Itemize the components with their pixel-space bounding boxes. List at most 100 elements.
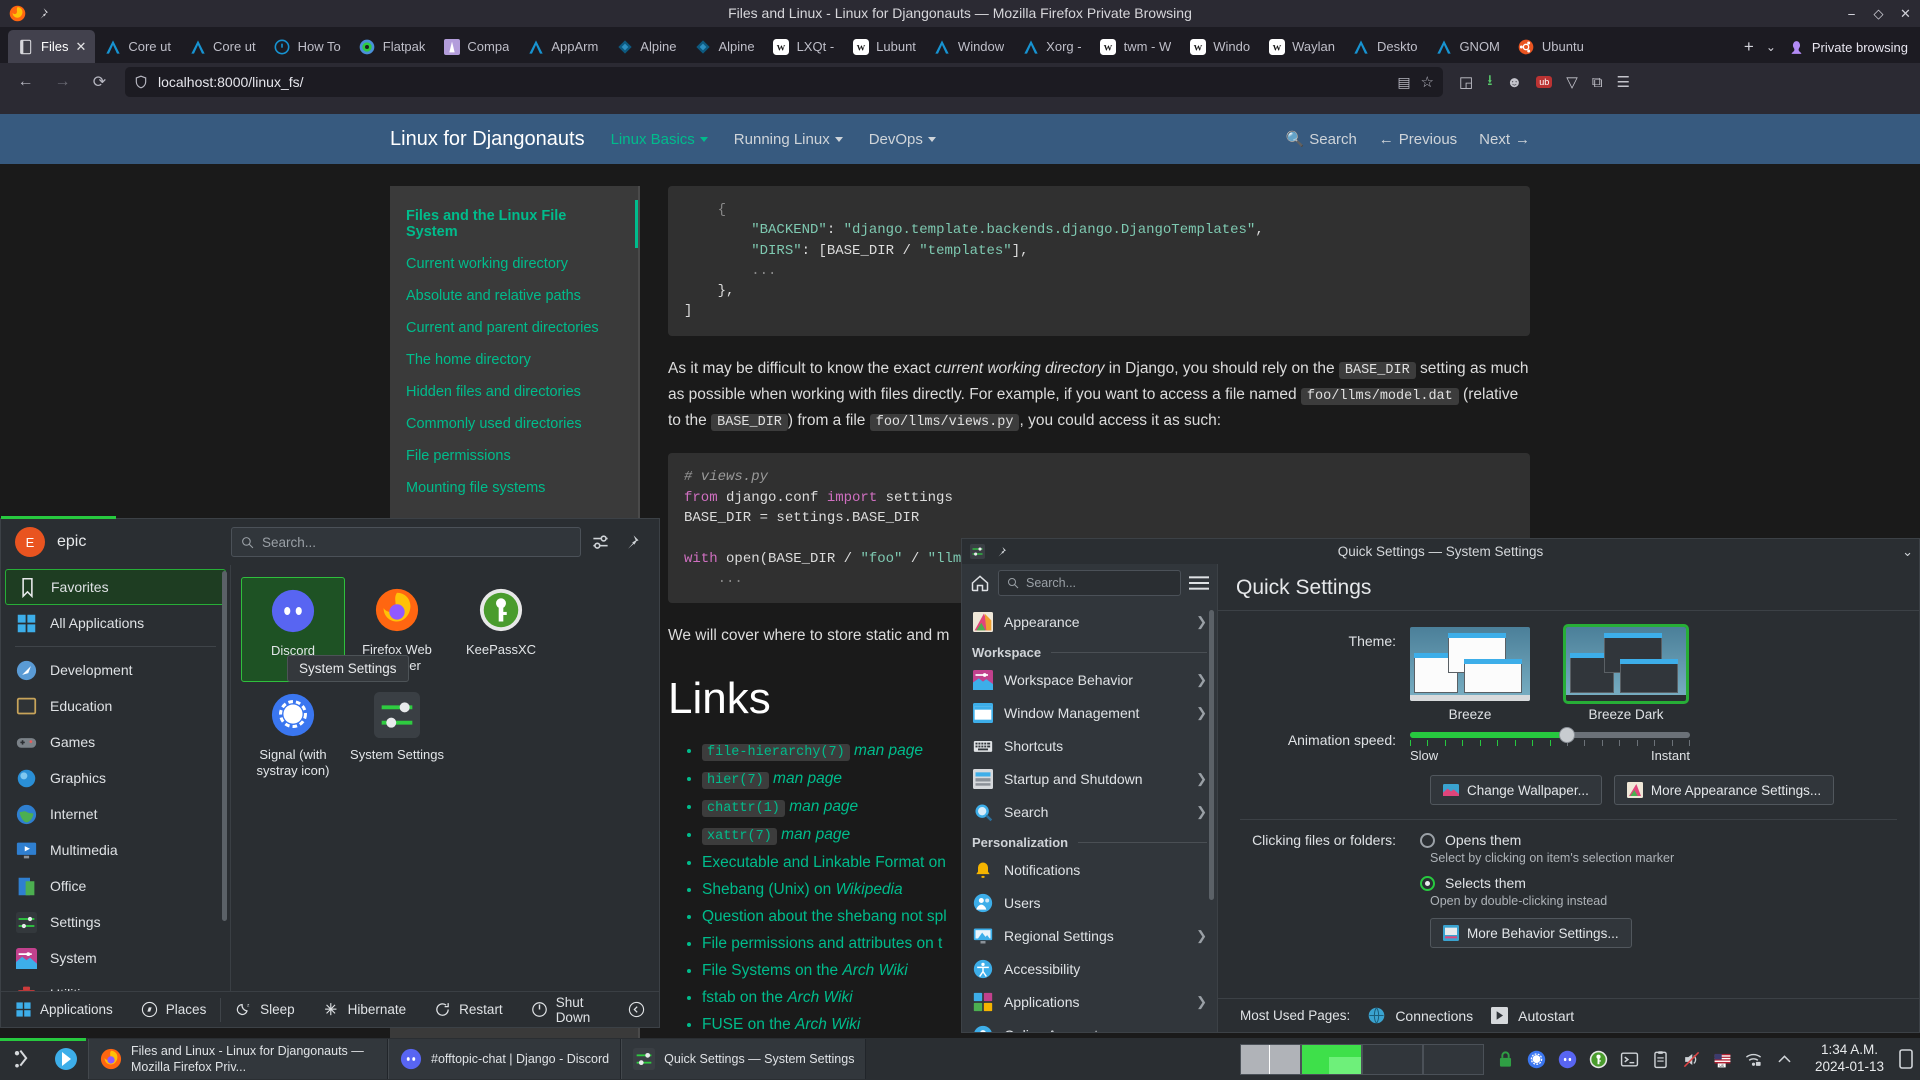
launcher-category-settings[interactable]: Settings [1,904,230,940]
site-search-button[interactable]: 🔍 Search [1286,130,1357,149]
browser-tab[interactable]: W Windo [1180,30,1259,63]
site-brand[interactable]: Linux for Djangonauts [390,128,585,151]
launcher-category-favorites[interactable]: Favorites [5,569,226,605]
taskbar-task[interactable]: #offtopic-chat | Django - Discord [388,1039,622,1079]
browser-tab[interactable]: W LXQt - [764,30,844,63]
launcher-category-multimedia[interactable]: Multimedia [1,832,230,868]
settings-nav-appearance[interactable]: Appearance ❯ [962,605,1217,638]
kde-menu-icon[interactable] [44,1047,88,1071]
app-tile-system-settings[interactable]: System Settings [345,682,449,787]
radio-selects-them[interactable] [1420,875,1435,891]
avatar[interactable]: E [15,527,45,557]
desktop-2-active[interactable] [1300,1043,1362,1075]
launcher-category-education[interactable]: Education [1,688,230,724]
discord-icon[interactable] [1558,1049,1578,1069]
wifi-lock-icon[interactable] [1744,1049,1764,1069]
bookmark-star-icon[interactable]: ☆ [1421,73,1434,91]
launcher-user[interactable]: E epic [1,527,231,557]
volume-muted-icon[interactable] [1682,1049,1702,1069]
change-wallpaper-button[interactable]: Change Wallpaper... [1430,775,1602,805]
settings-search-input[interactable]: Search... [998,570,1181,596]
pin-icon[interactable] [36,7,49,20]
theme-option-breeze-dark[interactable]: Breeze Dark [1563,624,1689,722]
back-button[interactable]: ← [10,67,41,98]
theme-option-breeze[interactable]: Breeze [1410,627,1530,722]
settings-nav-search[interactable]: Search ❯ [962,795,1217,828]
slider-track[interactable] [1410,727,1690,743]
settings-nav-workspace-behavior[interactable]: Workspace Behavior ❯ [962,663,1217,696]
downloads-icon[interactable]: ⭳ [1487,70,1492,95]
browser-tab[interactable]: Xorg - [1013,30,1090,63]
toc-link[interactable]: Commonly used directories [390,408,638,440]
toc-link[interactable]: Files and the Linux File System [390,200,638,248]
toc-link[interactable]: Absolute and relative paths [390,280,638,312]
nav-item-running-linux[interactable]: Running Linux [734,131,843,148]
reload-button[interactable]: ⟳ [84,67,115,98]
minimize-button[interactable]: ⎯ [1845,6,1858,21]
more-behavior-settings-button[interactable]: More Behavior Settings... [1430,918,1632,948]
taskbar-task[interactable]: Files and Linux - Linux for Djangonauts … [88,1039,388,1079]
ublock-icon[interactable]: ub [1536,76,1553,88]
settings-nav-accessibility[interactable]: Accessibility [962,952,1217,985]
launcher-category-development[interactable]: Development [1,652,230,688]
settings-nav-shortcuts[interactable]: Shortcuts [962,729,1217,762]
browser-tab[interactable]: Flatpak [350,30,435,63]
settings-nav-notifications[interactable]: Notifications [962,853,1217,886]
toc-link[interactable]: Mounting file systems [390,472,638,504]
launcher-footer-restart[interactable]: Restart [420,1001,517,1018]
forward-button[interactable]: → [47,67,78,98]
launcher-category-system[interactable]: System [1,940,230,976]
launcher-category-utilities[interactable]: Utilities [1,976,230,991]
next-page-button[interactable]: Next → [1479,131,1530,148]
toc-link[interactable]: File permissions [390,440,638,472]
launcher-category-graphics[interactable]: Graphics [1,760,230,796]
browser-tab[interactable]: Compa [434,30,518,63]
browser-tab[interactable]: Wtwm - W [1091,30,1181,63]
app-tile-signal-with-systray-icon[interactable]: Signal (with systray icon) [241,682,345,787]
toc-link[interactable]: Current and parent directories [390,312,638,344]
settings-nav-online-accounts[interactable]: Online Accounts [962,1018,1217,1032]
taskbar-task[interactable]: Quick Settings — System Settings [621,1039,867,1079]
browser-tab[interactable]: Window [925,30,1013,63]
toc-link[interactable]: Hidden files and directories [390,376,638,408]
toc-link[interactable]: The home directory [390,344,638,376]
new-tab-button[interactable]: + [1744,37,1754,57]
browser-tab[interactable]: Core ut [180,30,265,63]
most-used-autostart[interactable]: Autostart [1491,1007,1574,1024]
launcher-category-games[interactable]: Games [1,724,230,760]
extension-filter-icon[interactable]: ▽ [1566,73,1578,91]
reader-mode-icon[interactable]: ▤ [1397,74,1410,91]
most-used-connections[interactable]: Connections [1368,1007,1473,1024]
desktop-3[interactable] [1361,1043,1423,1075]
browser-tab[interactable]: AppArm [518,30,607,63]
slider-knob[interactable] [1558,727,1575,743]
browser-tab[interactable]: Files ✕ [8,30,96,63]
desktop-4[interactable] [1422,1043,1484,1075]
app-menu-icon[interactable]: ☰ [1617,73,1630,91]
nav-item-linux-basics[interactable]: Linux Basics [611,131,708,148]
account-icon[interactable]: ☻ [1506,74,1522,91]
settings-nav-startup-and-shutdown[interactable]: Startup and Shutdown ❯ [962,762,1217,795]
launcher-footer-applications[interactable]: Applications [1,1001,127,1018]
more-appearance-settings-button[interactable]: More Appearance Settings... [1613,775,1835,805]
browser-tab[interactable]: Deskto [1344,30,1426,63]
launcher-category-all-applications[interactable]: All Applications [1,605,230,641]
nav-item-devops[interactable]: DevOps [869,131,936,148]
settings-nav-applications[interactable]: Applications ❯ [962,985,1217,1018]
launcher-footer-places[interactable]: Places [127,1001,221,1018]
launcher-footer-sleep[interactable]: z Sleep [221,1001,309,1018]
address-bar[interactable]: localhost:8000/linux_fs/ ▤ ☆ [125,67,1443,97]
settings-scrollbar[interactable] [1209,610,1214,900]
launcher-footer-shut-down[interactable]: Shut Down [517,995,614,1025]
browser-tab[interactable]: Ubuntu [1509,30,1593,63]
toc-link[interactable]: Current working directory [390,248,638,280]
virtual-desktop-pager[interactable] [1239,1043,1484,1075]
desktop-1[interactable] [1239,1043,1301,1075]
browser-tab[interactable]: Alpine [685,30,763,63]
animation-speed-slider[interactable]: Slow Instant [1410,727,1690,763]
previous-page-button[interactable]: ← Previous [1379,131,1457,148]
browser-tab[interactable]: W Waylan [1259,30,1344,63]
browser-tab[interactable]: Alpine [607,30,685,63]
chevron-up-icon[interactable] [1775,1049,1795,1069]
settings-nav-regional-settings[interactable]: Regional Settings ❯ [962,919,1217,952]
